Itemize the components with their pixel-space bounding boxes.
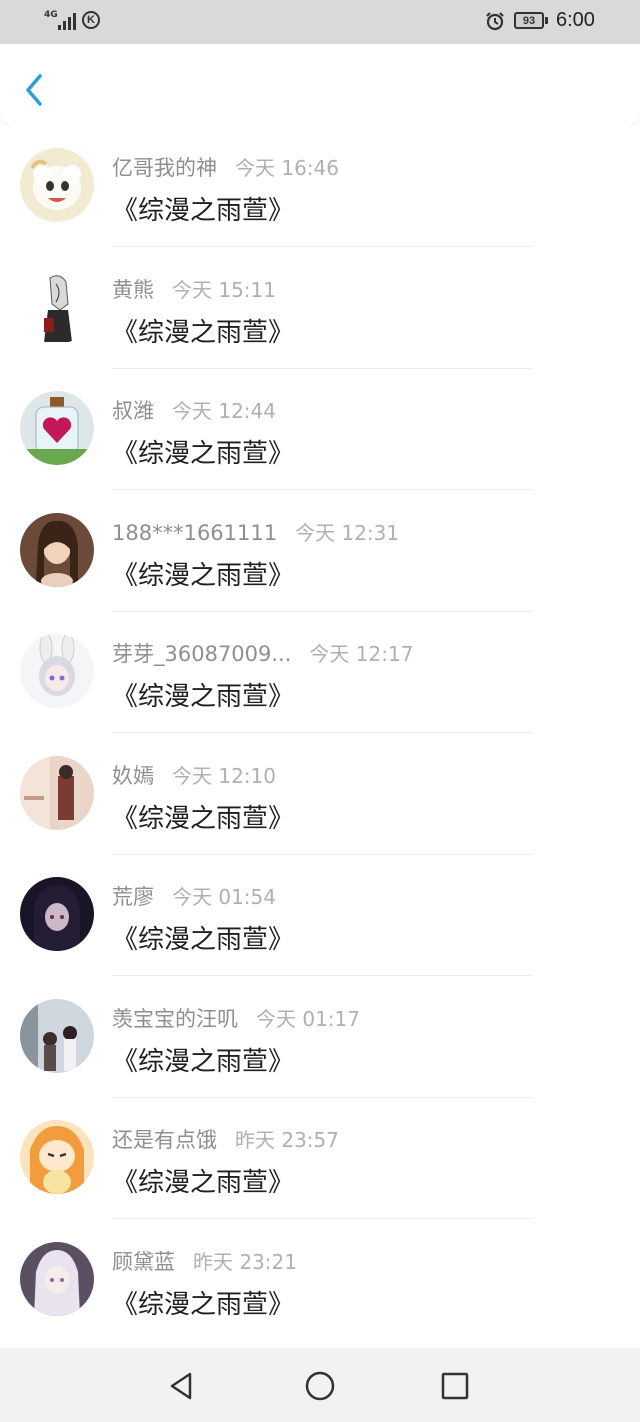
conversation-row[interactable]: 羡宝宝的汪叽 今天 01:17 《综漫之雨萱》 bbox=[0, 977, 640, 1098]
avatar[interactable] bbox=[20, 512, 94, 587]
contact-name: 荒廖 今天 01:54 bbox=[112, 881, 276, 911]
top-nav-bar bbox=[0, 44, 640, 126]
message-time: 昨天 23:57 bbox=[235, 1128, 339, 1152]
conversation-row[interactable]: 芽芽_36087009... 今天 12:17 《综漫之雨萱》 bbox=[0, 612, 640, 733]
contact-name-text: 顾黛蓝 bbox=[112, 1249, 175, 1274]
avatar[interactable] bbox=[20, 755, 94, 830]
signal-icon bbox=[58, 12, 76, 30]
contact-name: 叔潍 今天 12:44 bbox=[112, 395, 276, 425]
message-preview: 《综漫之雨萱》 bbox=[112, 560, 295, 591]
avatar[interactable] bbox=[20, 148, 94, 222]
back-arrow-icon[interactable] bbox=[18, 70, 50, 110]
contact-name-text: 荒廖 bbox=[112, 885, 154, 909]
conversation-row[interactable]: 188***1661111 今天 12:31 《综漫之雨萱》 bbox=[0, 491, 640, 612]
avatar[interactable] bbox=[20, 391, 94, 465]
message-time: 今天 12:31 bbox=[295, 520, 400, 545]
contact-name-text: 亿哥我的神 bbox=[112, 156, 217, 180]
message-preview: 《综漫之雨萱》 bbox=[112, 1168, 295, 1198]
message-preview: 《综漫之雨萱》 bbox=[112, 439, 295, 469]
recents-square-icon[interactable] bbox=[439, 1370, 471, 1402]
message-time: 今天 16:46 bbox=[235, 156, 339, 180]
contact-name: 羡宝宝的汪叽 今天 01:17 bbox=[112, 1003, 360, 1033]
contact-name-text: 188***1661111 bbox=[112, 520, 278, 545]
message-preview: 《综漫之雨萱》 bbox=[112, 1289, 295, 1320]
system-nav-bar bbox=[0, 1348, 640, 1422]
conversation-row[interactable]: 荒廖 今天 01:54 《综漫之雨萱》 bbox=[0, 855, 640, 976]
message-preview: 《综漫之雨萱》 bbox=[112, 196, 295, 226]
contact-name: 黄熊 今天 15:11 bbox=[112, 274, 276, 304]
contact-name-text: 芽芽_36087009... bbox=[112, 642, 292, 666]
message-preview: 《综漫之雨萱》 bbox=[112, 682, 295, 712]
contact-name: 芽芽_36087009... 今天 12:17 bbox=[112, 638, 413, 668]
conversation-row[interactable]: 亿哥我的神 今天 16:46 《综漫之雨萱》 bbox=[0, 126, 640, 247]
contact-name: 亿哥我的神 今天 16:46 bbox=[112, 152, 339, 182]
contact-name-text: 黄熊 bbox=[112, 277, 154, 302]
avatar[interactable] bbox=[20, 269, 94, 344]
message-time: 今天 12:10 bbox=[172, 763, 276, 788]
conversation-row[interactable]: 黄熊 今天 15:11 《综漫之雨萱》 bbox=[0, 248, 640, 369]
message-preview: 《综漫之雨萱》 bbox=[112, 1046, 295, 1077]
conversation-row[interactable]: 叔潍 今天 12:44 《综漫之雨萱》 bbox=[0, 369, 640, 490]
message-time: 今天 01:54 bbox=[172, 885, 276, 909]
avatar[interactable] bbox=[20, 634, 94, 708]
back-triangle-icon[interactable] bbox=[166, 1370, 198, 1402]
contact-name: 顾黛蓝 昨天 23:21 bbox=[112, 1246, 297, 1276]
network-type: 4G bbox=[44, 10, 58, 20]
contact-name: 奺嫣 今天 12:10 bbox=[112, 760, 276, 790]
contact-name-text: 羡宝宝的汪叽 bbox=[112, 1006, 238, 1031]
message-time: 今天 12:17 bbox=[309, 642, 414, 666]
contact-name-text: 还是有点饿 bbox=[112, 1128, 217, 1152]
message-preview: 《综漫之雨萱》 bbox=[112, 925, 295, 955]
conversation-list: 亿哥我的神 今天 16:46 《综漫之雨萱》 黄熊 今天 15:11 《综漫之雨萱》 叔潍今… bbox=[0, 126, 640, 1348]
message-preview: 《综漫之雨萱》 bbox=[112, 803, 295, 834]
k-app-icon: K bbox=[82, 11, 100, 29]
contact-name-text: 奺嫣 bbox=[112, 763, 154, 788]
battery-tip bbox=[545, 17, 548, 24]
conversation-row[interactable]: 还是有点饿 昨天 23:57 《综漫之雨萱》 bbox=[0, 1098, 640, 1219]
message-time: 今天 01:17 bbox=[256, 1006, 360, 1031]
avatar[interactable] bbox=[20, 1241, 94, 1316]
contact-name-text: 叔潍 bbox=[112, 399, 154, 423]
message-preview: 《综漫之雨萱》 bbox=[112, 317, 295, 348]
message-time: 今天 15:11 bbox=[172, 277, 276, 302]
battery-level: 93 bbox=[522, 14, 536, 27]
contact-name: 188***1661111 今天 12:31 bbox=[112, 517, 399, 546]
conversation-row[interactable]: 顾黛蓝 昨天 23:21 《综漫之雨萱》 bbox=[0, 1220, 640, 1341]
clock: 6:00 bbox=[556, 9, 595, 31]
contact-name: 还是有点饿 昨天 23:57 bbox=[112, 1124, 339, 1154]
avatar[interactable] bbox=[20, 1120, 94, 1194]
avatar[interactable] bbox=[20, 877, 94, 951]
avatar[interactable] bbox=[20, 998, 94, 1073]
message-time: 昨天 23:21 bbox=[193, 1249, 297, 1274]
home-circle-icon[interactable] bbox=[304, 1370, 336, 1402]
alarm-icon bbox=[486, 12, 504, 31]
message-time: 今天 12:44 bbox=[172, 399, 276, 423]
conversation-row[interactable]: 奺嫣 今天 12:10 《综漫之雨萱》 bbox=[0, 734, 640, 855]
status-bar: 4G K 93 6:00 bbox=[0, 0, 640, 44]
battery-icon: 93 bbox=[514, 12, 544, 29]
